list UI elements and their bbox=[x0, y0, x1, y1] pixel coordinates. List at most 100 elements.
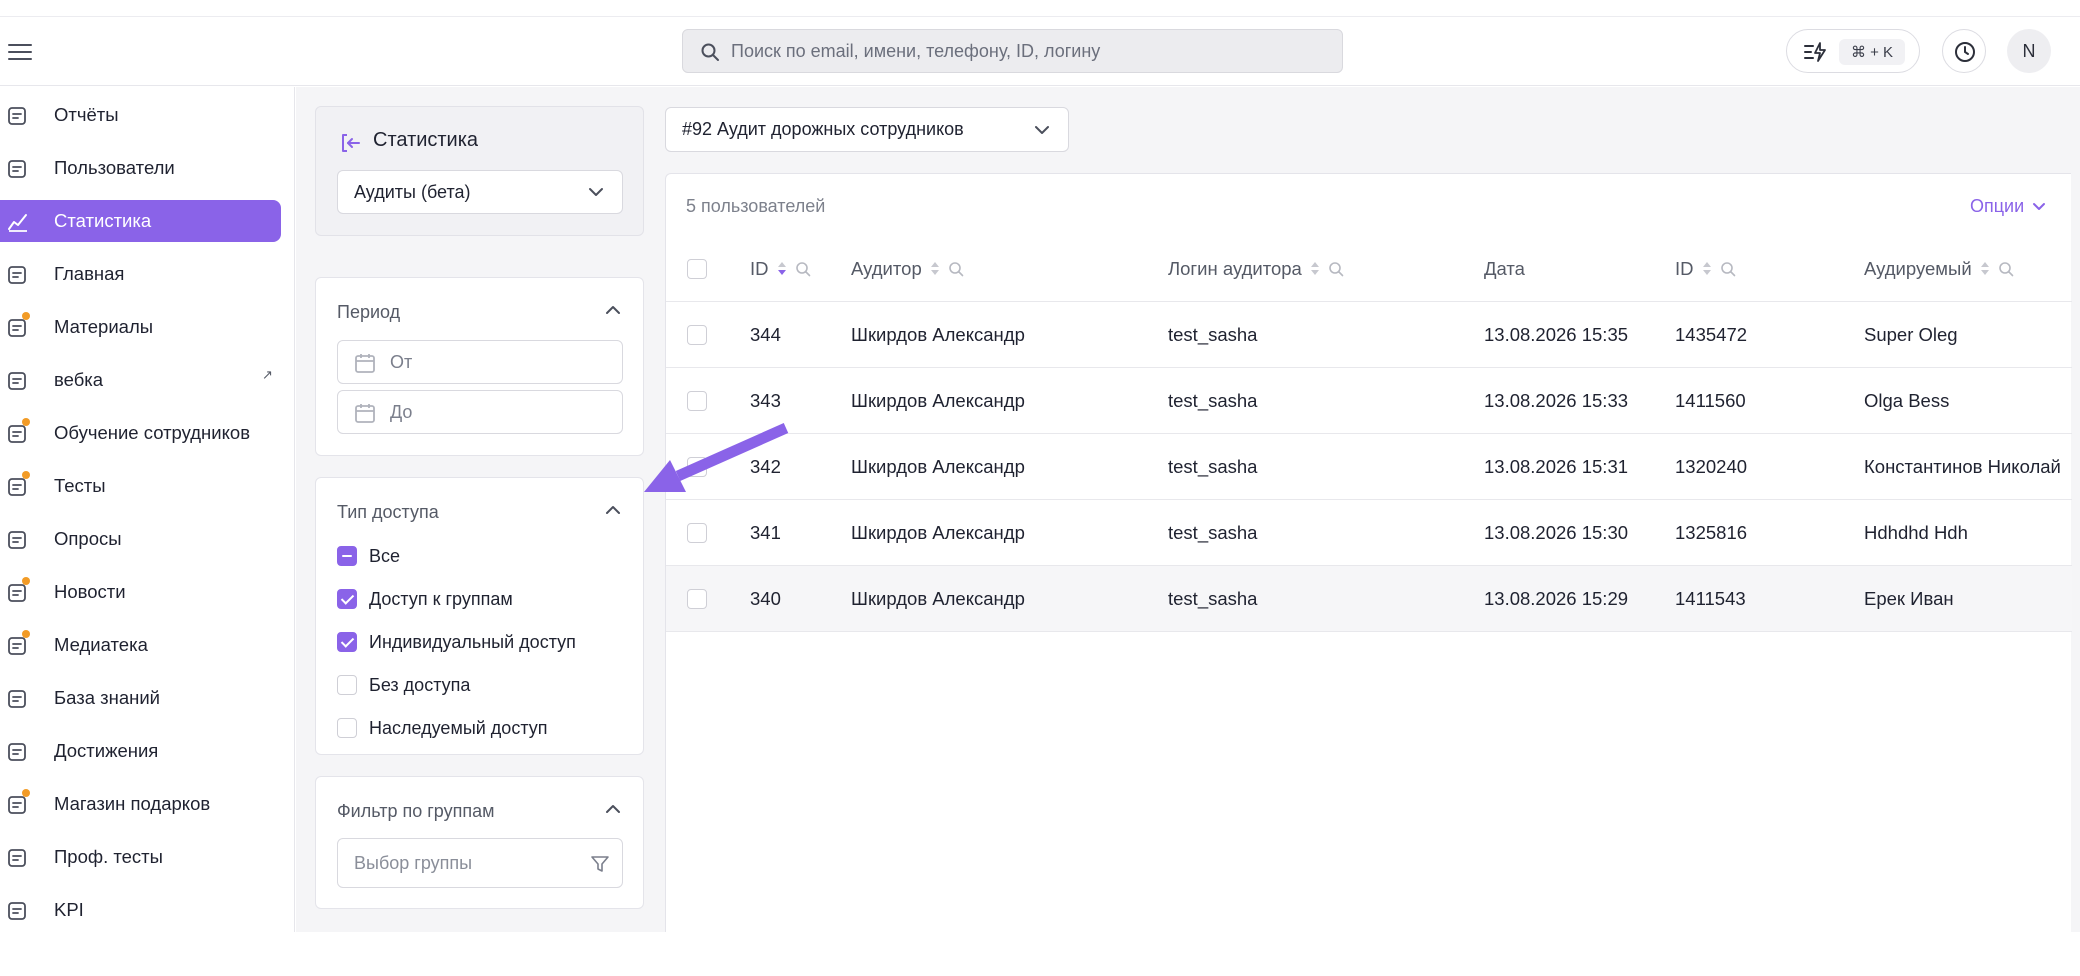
column-header[interactable]: ID bbox=[1675, 236, 1736, 302]
column-search-icon[interactable] bbox=[948, 261, 964, 277]
history-button[interactable] bbox=[1942, 29, 1986, 73]
group-select-input[interactable]: Выбор группы bbox=[337, 838, 623, 888]
access-option[interactable]: Все bbox=[337, 543, 400, 569]
access-option-label: Без доступа bbox=[369, 674, 471, 695]
table-cell: Константинов Николай bbox=[1864, 456, 2061, 477]
access-option-label: Все bbox=[369, 545, 401, 566]
sidebar-item-8[interactable]: Опросы bbox=[0, 518, 281, 560]
sidebar-item-label: Опросы bbox=[54, 528, 122, 549]
table-cell: 340 bbox=[750, 588, 781, 609]
sidebar-item-15[interactable]: KPI bbox=[0, 889, 281, 931]
statistics-panel: Статистика Аудиты (бета) bbox=[315, 106, 644, 236]
date-to-input[interactable]: До bbox=[337, 390, 623, 434]
table-cell: Шкирдов Александр bbox=[851, 588, 1025, 609]
access-option-checkbox[interactable] bbox=[337, 632, 357, 652]
sidebar-item-4[interactable]: Материалы bbox=[0, 306, 281, 348]
table-cell: 13.08.2026 15:30 bbox=[1484, 522, 1629, 543]
access-option[interactable]: Без доступа bbox=[337, 672, 470, 698]
chevron-up-icon[interactable] bbox=[605, 504, 621, 516]
access-option-checkbox[interactable] bbox=[337, 546, 357, 566]
table-cell: Super Oleg bbox=[1864, 324, 1958, 345]
back-arrow-icon[interactable] bbox=[338, 131, 362, 155]
row-checkbox[interactable] bbox=[687, 589, 707, 609]
date-from-input[interactable]: От bbox=[337, 340, 623, 384]
options-button[interactable]: Опции bbox=[1970, 196, 2046, 217]
sidebar-item-6[interactable]: Обучение сотрудников bbox=[0, 412, 281, 454]
chevron-up-icon[interactable] bbox=[605, 304, 621, 316]
notification-dot bbox=[22, 630, 30, 638]
sidebar-item-13[interactable]: Магазин подарков bbox=[0, 783, 281, 825]
table-cell: 1411543 bbox=[1675, 588, 1746, 609]
chevron-down-icon bbox=[2033, 202, 2046, 210]
sidebar-item-3[interactable]: Главная bbox=[0, 253, 281, 295]
column-search-icon[interactable] bbox=[1998, 261, 2014, 277]
sidebar-item-9[interactable]: Новости bbox=[0, 571, 281, 613]
select-all-checkbox[interactable] bbox=[687, 259, 707, 279]
column-search-icon[interactable] bbox=[1720, 261, 1736, 277]
global-search[interactable]: Поиск по email, имени, телефону, ID, лог… bbox=[682, 29, 1343, 73]
sort-icon[interactable] bbox=[1980, 261, 1990, 277]
table-cell: test_sasha bbox=[1168, 324, 1258, 345]
section-select[interactable]: Аудиты (бета) bbox=[337, 170, 623, 214]
access-option-checkbox[interactable] bbox=[337, 718, 357, 738]
column-header[interactable]: Дата bbox=[1484, 236, 1525, 302]
sort-icon[interactable] bbox=[1310, 261, 1320, 277]
access-option[interactable]: Наследуемый доступ bbox=[337, 715, 548, 741]
column-header[interactable]: Аудируемый bbox=[1864, 236, 2014, 302]
audit-select[interactable]: #92 Аудит дорожных сотрудников bbox=[665, 107, 1069, 152]
table-row[interactable]: 342 Шкирдов Александр test_sasha 13.08.2026… bbox=[666, 434, 2072, 500]
user-avatar[interactable]: N bbox=[2007, 29, 2051, 73]
sidebar-item-label: Отчёты bbox=[54, 104, 119, 125]
section-select-value: Аудиты (бета) bbox=[354, 181, 471, 202]
sidebar-item-7[interactable]: Тесты bbox=[0, 465, 281, 507]
access-option-label: Доступ к группам bbox=[369, 588, 513, 609]
trophy-icon bbox=[8, 743, 26, 761]
column-header[interactable]: Аудитор bbox=[851, 236, 964, 302]
date-to-placeholder: До bbox=[390, 401, 413, 422]
chevron-down-icon bbox=[589, 188, 603, 196]
sort-icon[interactable] bbox=[777, 261, 787, 277]
table-row[interactable]: 341 Шкирдов Александр test_sasha 13.08.2026… bbox=[666, 500, 2072, 566]
sidebar-item-11[interactable]: База знаний bbox=[0, 677, 281, 719]
notification-dot bbox=[22, 418, 30, 426]
table-cell: 13.08.2026 15:29 bbox=[1484, 588, 1629, 609]
quick-actions-button[interactable]: ⌘ + K bbox=[1786, 29, 1920, 73]
sidebar-item-0[interactable]: Отчёты bbox=[0, 94, 281, 136]
sidebar-item-10[interactable]: Медиатека bbox=[0, 624, 281, 666]
sidebar-item-label: Статистика bbox=[54, 210, 152, 231]
column-header[interactable]: Логин аудитора bbox=[1168, 236, 1344, 302]
sidebar-item-1[interactable]: Пользователи bbox=[0, 147, 281, 189]
menu-icon[interactable] bbox=[8, 41, 32, 61]
sort-icon[interactable] bbox=[1702, 261, 1712, 277]
sort-icon[interactable] bbox=[930, 261, 940, 277]
table-cell: 1320240 bbox=[1675, 456, 1748, 477]
options-label: Опции bbox=[1970, 196, 2025, 216]
access-option[interactable]: Индивидуальный доступ bbox=[337, 629, 576, 655]
table-cell: 1411560 bbox=[1675, 390, 1746, 411]
row-checkbox[interactable] bbox=[687, 325, 707, 345]
access-type-filter: Тип доступа Все Доступ к группам Индивидуа… bbox=[315, 477, 644, 755]
row-checkbox[interactable] bbox=[687, 391, 707, 411]
row-checkbox[interactable] bbox=[687, 523, 707, 543]
search-placeholder: Поиск по email, имени, телефону, ID, лог… bbox=[731, 40, 1101, 61]
chevron-up-icon[interactable] bbox=[605, 803, 621, 815]
sidebar-item-label: Проф. тесты bbox=[54, 846, 163, 867]
sidebar-item-2[interactable]: Статистика bbox=[0, 200, 281, 242]
calendar-icon bbox=[355, 404, 375, 423]
sidebar-item-label: Материалы bbox=[54, 316, 154, 337]
access-option-checkbox[interactable] bbox=[337, 675, 357, 695]
table-row[interactable]: 340 Шкирдов Александр test_sasha 13.08.2026… bbox=[666, 566, 2072, 632]
sidebar-item-5[interactable]: вебка ↗ bbox=[0, 359, 281, 401]
sidebar-item-14[interactable]: Проф. тесты bbox=[0, 836, 281, 878]
table-row[interactable]: 343 Шкирдов Александр test_sasha 13.08.2026… bbox=[666, 368, 2072, 434]
access-option[interactable]: Доступ к группам bbox=[337, 586, 513, 612]
audit-select-value: #92 Аудит дорожных сотрудников bbox=[682, 119, 964, 139]
access-option-checkbox[interactable] bbox=[337, 589, 357, 609]
sidebar-item-12[interactable]: Достижения bbox=[0, 730, 281, 772]
column-search-icon[interactable] bbox=[795, 261, 811, 277]
table-row[interactable]: 344 Шкирдов Александр test_sasha 13.08.2026… bbox=[666, 302, 2072, 368]
group-select-placeholder: Выбор группы bbox=[354, 852, 473, 873]
column-header[interactable]: ID bbox=[750, 236, 811, 302]
external-link-icon bbox=[8, 372, 26, 390]
column-search-icon[interactable] bbox=[1328, 261, 1344, 277]
